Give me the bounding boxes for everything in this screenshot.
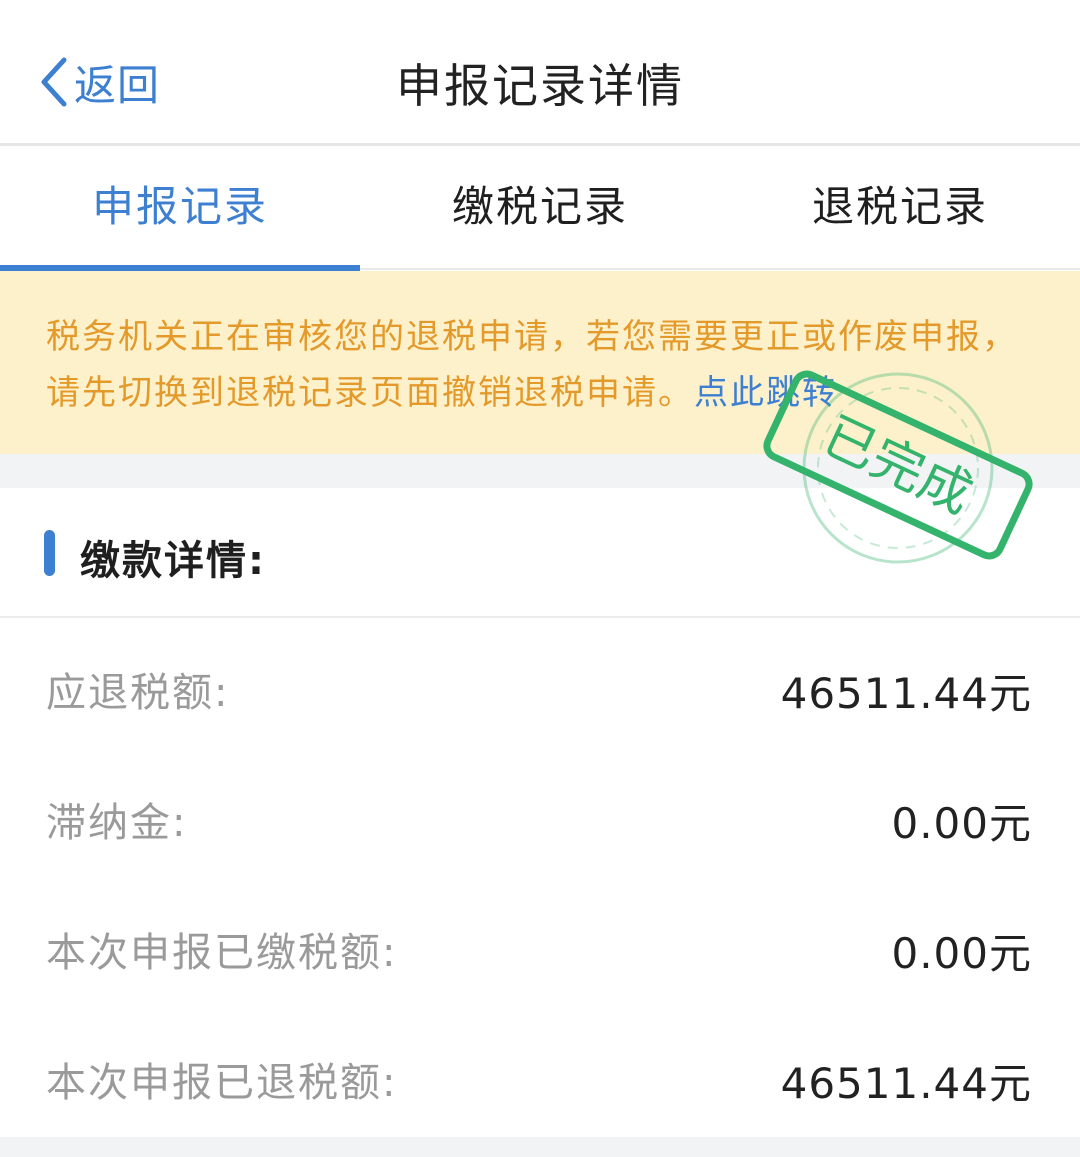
tab-bar: 申报记录 缴税记录 退税记录 xyxy=(0,149,1080,272)
tab-declaration-records[interactable]: 申报记录 xyxy=(0,149,360,272)
row-label: 本次申报已退税额: xyxy=(46,1060,398,1106)
notice-jump-link[interactable]: 点此跳转 xyxy=(694,373,838,413)
row-value: 0.00元 xyxy=(891,929,1032,978)
bottom-divider xyxy=(0,1137,1080,1157)
page-title: 申报记录详情 xyxy=(396,59,684,113)
tab-label: 缴税记录 xyxy=(451,182,628,231)
detail-row-tax-refunded: 本次申报已退税额: 46511.44元 xyxy=(0,1010,1080,1140)
tab-payment-records[interactable]: 缴税记录 xyxy=(360,149,720,270)
row-label: 滞纳金: xyxy=(46,800,188,846)
tab-refund-records[interactable]: 退税记录 xyxy=(720,149,1080,270)
row-value: 46511.44元 xyxy=(780,1059,1032,1108)
notice-banner: 税务机关正在审核您的退税申请，若您需要更正或作废申报，请先切换到退税记录页面撤销… xyxy=(0,271,1080,454)
app-screen: 返回 申报记录详情 申报记录 缴税记录 退税记录 税务机关正在审核您的退税申请，… xyxy=(0,0,1080,1157)
tab-label: 退税记录 xyxy=(811,182,988,231)
notice-text: 税务机关正在审核您的退税申请，若您需要更正或作废申报，请先切换到退税记录页面撤销… xyxy=(46,317,1018,413)
row-value: 46511.44元 xyxy=(780,669,1032,718)
section-header: 缴款详情: xyxy=(0,488,1080,618)
row-label: 应退税额: xyxy=(46,670,230,716)
detail-row-tax-paid: 本次申报已缴税额: 0.00元 xyxy=(0,880,1080,1010)
tab-label: 申报记录 xyxy=(91,182,268,231)
nav-bar: 返回 申报记录详情 xyxy=(0,0,1080,146)
detail-row-refund-due: 应退税额: 46511.44元 xyxy=(0,620,1080,750)
section-accent-bar xyxy=(44,530,55,576)
section-divider xyxy=(0,454,1080,488)
section-title: 缴款详情: xyxy=(80,538,266,584)
row-label: 本次申报已缴税额: xyxy=(46,930,398,976)
detail-row-late-fee: 滞纳金: 0.00元 xyxy=(0,750,1080,880)
payment-details-list: 应退税额: 46511.44元 滞纳金: 0.00元 本次申报已缴税额: 0.0… xyxy=(0,620,1080,1140)
row-value: 0.00元 xyxy=(891,799,1032,848)
